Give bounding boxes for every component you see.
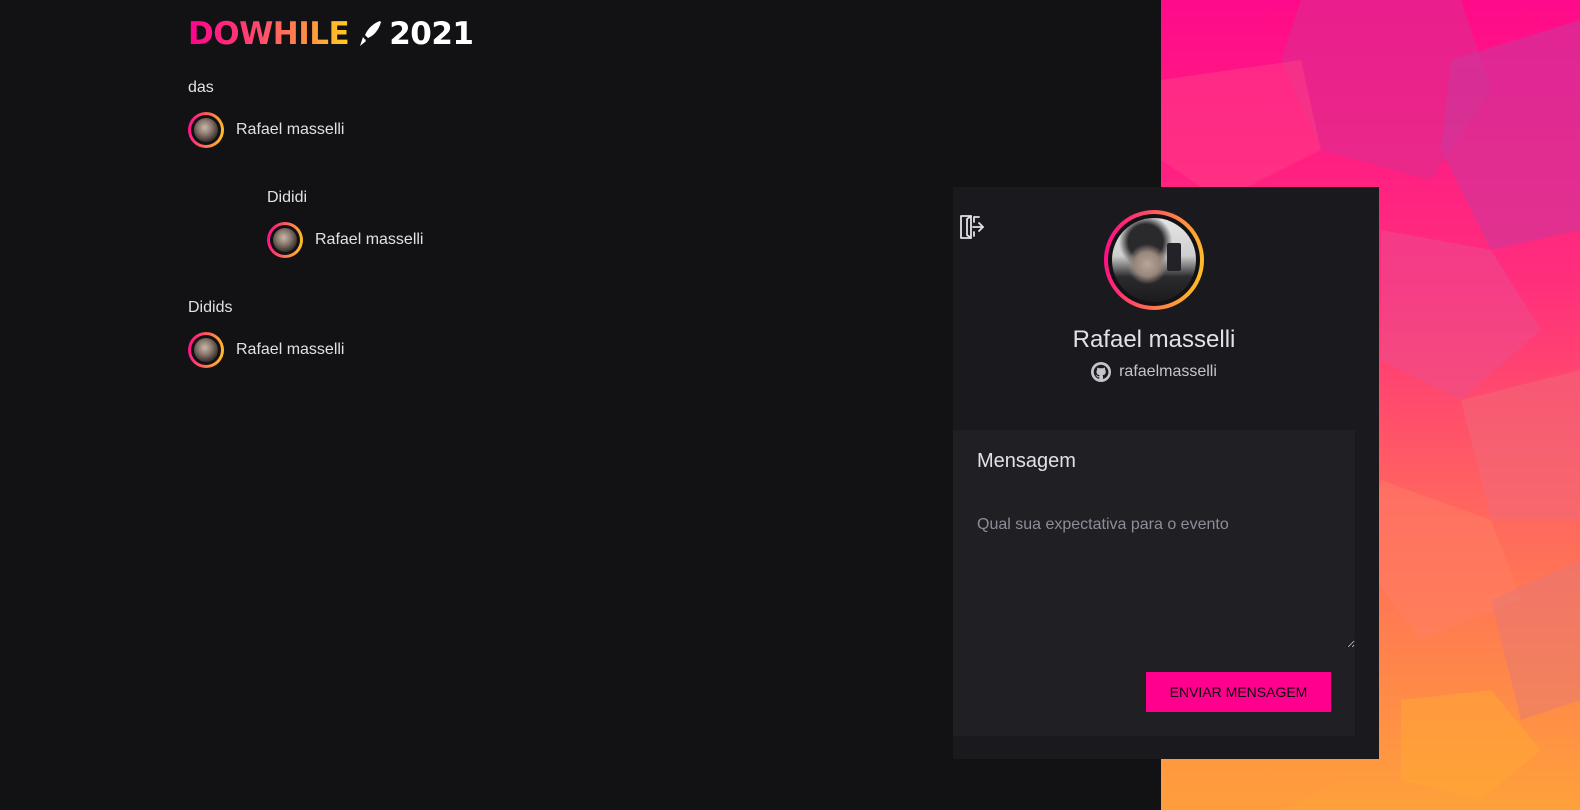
message-text: Didids [188, 299, 233, 316]
message-user: Rafael masselli [188, 112, 588, 148]
message-label: Mensagem [977, 450, 1076, 472]
message-textarea[interactable] [977, 506, 1355, 648]
dowhile-logo: DOWHILE 2021 [188, 15, 474, 52]
message-item: Dididi Rafael masselli [267, 188, 667, 258]
page: DOWHILE 2021 das Rafael masselli Dididi [0, 0, 1580, 810]
user-avatar [188, 332, 224, 368]
logo-year-text: 2021 [389, 15, 474, 52]
message-item: das Rafael masselli [188, 78, 588, 148]
github-icon [1091, 362, 1112, 382]
profile-github: rafaelmasselli [953, 362, 1355, 382]
message-text: Dididi [267, 189, 308, 206]
message-username: Rafael masselli [236, 121, 345, 138]
profile-avatar [1104, 210, 1204, 310]
logo-brand-text: DOWHILE [188, 15, 350, 52]
sign-out-icon[interactable] [957, 213, 985, 241]
message-item: Didids Rafael masselli [188, 298, 588, 368]
send-message-card: Rafael masselli rafaelmasselli Mensagem … [953, 187, 1379, 759]
user-avatar [188, 112, 224, 148]
github-username[interactable]: rafaelmasselli [1119, 363, 1217, 381]
rocket-icon [360, 21, 382, 46]
message-text: das [188, 79, 214, 96]
message-username: Rafael masselli [236, 341, 345, 358]
message-user: Rafael masselli [267, 222, 667, 258]
message-form: Mensagem ENVIAR MENSAGEM [953, 430, 1355, 736]
user-avatar [267, 222, 303, 258]
profile-name: Rafael masselli [1072, 326, 1236, 353]
send-message-button[interactable]: ENVIAR MENSAGEM [1146, 672, 1331, 712]
message-username: Rafael masselli [315, 231, 424, 248]
message-user: Rafael masselli [188, 332, 588, 368]
